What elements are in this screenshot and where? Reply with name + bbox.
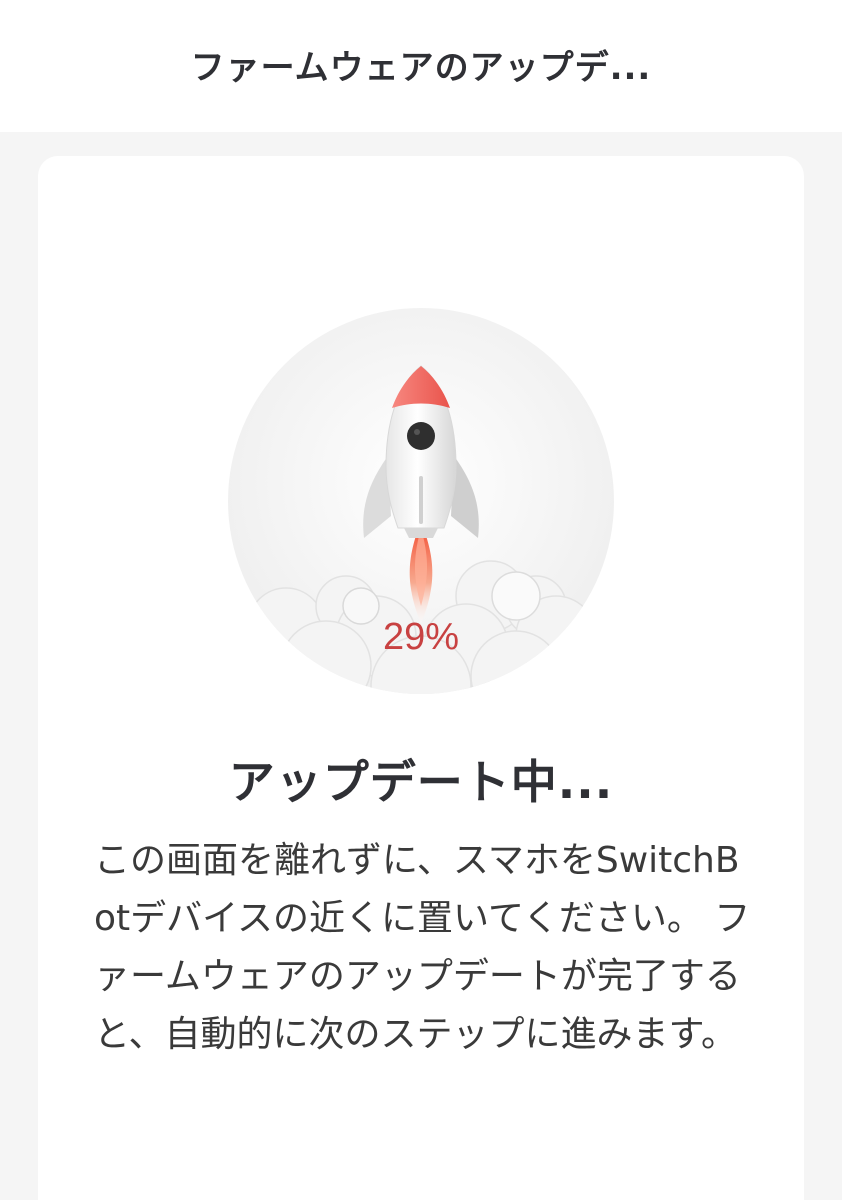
- status-title: アップデート中...: [228, 755, 614, 809]
- app-header: ファームウェアのアップデ...: [0, 0, 842, 132]
- update-instructions: この画面を離れずに、スマホをSwitchBotデバイスの近くに置いてください。 …: [94, 840, 751, 1055]
- progress-percent-label: 29%: [382, 616, 460, 658]
- page-title: ファームウェアのアップデ...: [190, 47, 652, 88]
